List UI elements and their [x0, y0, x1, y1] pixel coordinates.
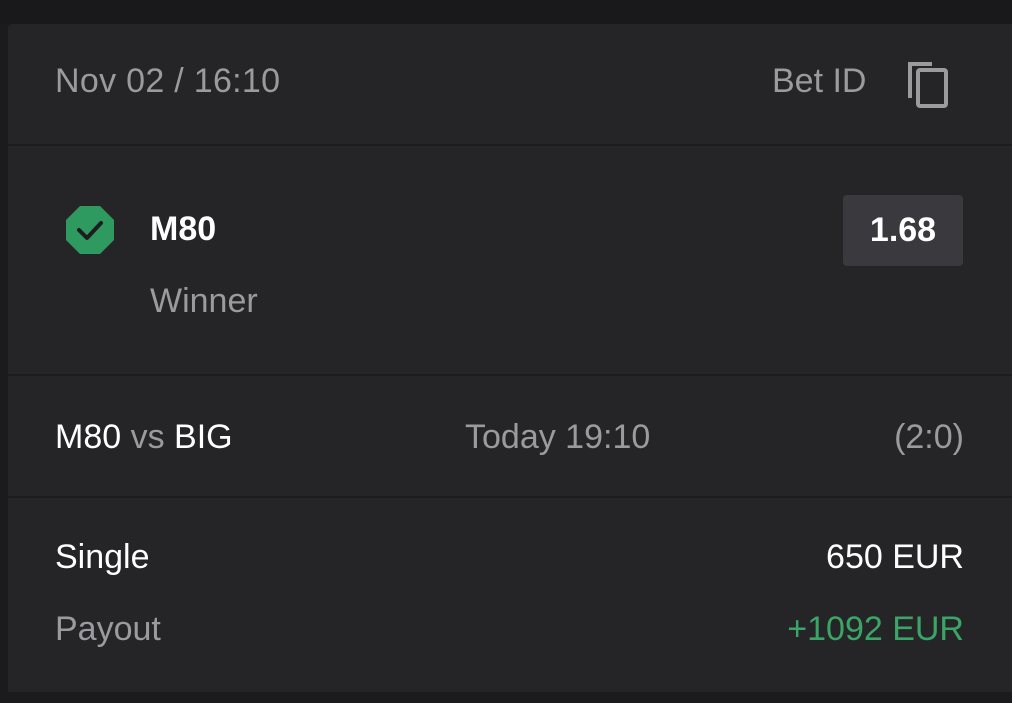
check-octagon-icon: [66, 206, 114, 254]
stake-amount: 650 EUR: [826, 538, 964, 576]
team-away: BIG: [174, 418, 233, 456]
team-home: M80: [55, 418, 122, 456]
bet-type: Single: [55, 538, 150, 576]
bet-date: Nov 02 / 16:10: [55, 62, 281, 100]
vs-label: vs: [130, 418, 165, 456]
event-time: Today 19:10: [465, 418, 651, 456]
bet-summary: Single 650 EUR Payout +1092 EUR: [8, 498, 1012, 692]
bet-card[interactable]: Nov 02 / 16:10 Bet ID M80 Winner 1.68 M8…: [8, 24, 1012, 692]
selection-market: Winner: [150, 282, 258, 320]
bottom-strip: [0, 692, 1012, 703]
event-teams: M80 vs BIG: [55, 418, 233, 457]
bet-selection: M80 Winner 1.68: [8, 146, 1012, 376]
payout-value: +1092 EUR: [787, 610, 964, 648]
selection-name: M80: [150, 210, 217, 248]
payout-label: Payout: [55, 610, 161, 648]
top-bar: [0, 0, 1012, 24]
bet-id-label: Bet ID: [772, 62, 867, 100]
odds-badge: 1.68: [843, 195, 963, 266]
event-row[interactable]: M80 vs BIG Today 19:10 (2:0): [8, 376, 1012, 498]
copy-icon[interactable]: [904, 58, 952, 110]
bet-header: Nov 02 / 16:10 Bet ID: [8, 24, 1012, 146]
event-score: (2:0): [894, 418, 964, 456]
copy-bet-id-button[interactable]: Bet ID: [768, 54, 968, 114]
